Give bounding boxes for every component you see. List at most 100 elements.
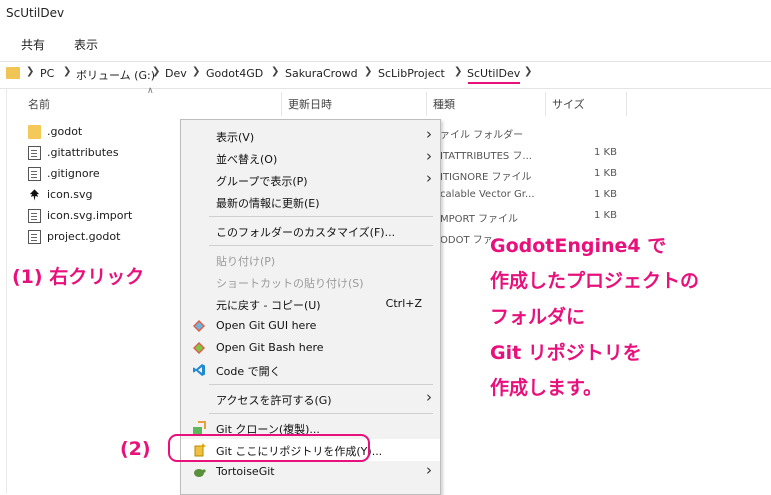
chevron-right-icon: › [426,169,432,187]
file-type: ODOT ファ [440,235,493,246]
column-divider[interactable] [626,92,627,116]
file-name: icon.svg.import [47,209,133,222]
sort-ascending-icon: ∧ [147,86,154,96]
git-clone-icon [193,421,206,434]
menu-item-customize[interactable]: このフォルダーのカスタマイズ(F)... [181,220,440,242]
text-file-icon [28,146,41,160]
file-row-gitignore[interactable]: .gitignore [28,164,178,185]
menu-item-access[interactable]: アクセスを許可する(G) › [181,388,440,410]
chevron-right-icon: › [426,388,432,406]
menu-label: Open Git GUI here [216,319,317,332]
breadcrumb-dev[interactable]: Dev [165,67,187,80]
folder-icon [6,67,20,79]
menu-label: 表示(V) [216,131,255,144]
file-type: calable Vector Gr... [440,189,535,200]
column-header-type[interactable]: 種類 [433,96,455,112]
chevron-right-icon: ❯ [192,66,201,77]
column-divider[interactable] [426,92,427,116]
column-header-date[interactable]: 更新日時 [288,96,332,112]
menu-label: グループで表示(P) [216,175,308,188]
file-size: 1 KB [594,210,617,221]
menu-shortcut: Ctrl+Z [385,297,422,310]
annotation-note-line: GodotEngine4 で [490,235,667,257]
menu-label: TortoiseGit [216,465,275,478]
annotation-step2: (2) [120,438,151,460]
chevron-right-icon: ❯ [152,66,161,77]
column-header-size[interactable]: サイズ [552,96,585,112]
breadcrumb-sclibproject[interactable]: ScLibProject [378,67,445,80]
chevron-right-icon: ❯ [271,66,280,77]
column-header-name[interactable]: 名前 [28,96,50,112]
annotation-note-line: Git リポジトリを [490,342,642,364]
menu-item-undo[interactable]: 元に戻す - コピー(U) Ctrl+Z [181,293,440,315]
menu-label: ショートカットの貼り付け(S) [216,277,364,290]
menu-item-git-gui[interactable]: Open Git GUI here [181,315,440,337]
annotation-note-line: 作成したプロジェクトの [490,270,700,292]
git-gui-icon [193,320,205,332]
file-type: ITATTRIBUTES フ... [440,151,532,162]
menu-label: このフォルダーのカスタマイズ(F)... [216,226,396,239]
file-name: .gitignore [47,167,100,180]
highlight-underline [468,82,520,84]
breadcrumb-godot4gd[interactable]: Godot4GD [206,67,263,80]
file-row-icon-svg-import[interactable]: icon.svg.import [28,206,178,227]
menu-separator [209,413,433,414]
file-size: 1 KB [594,189,617,200]
menu-item-sort[interactable]: 並べ替え(O) › [181,147,440,169]
menu-item-view[interactable]: 表示(V) › [181,125,440,147]
annotation-note-line: フォルダに [490,306,586,328]
menu-label: Open Git Bash here [216,341,324,354]
menu-item-git-bash[interactable]: Open Git Bash here [181,337,440,359]
annotation-note-line: 作成します。 [490,377,603,399]
menu-label: 並べ替え(O) [216,153,278,166]
breadcrumb-volume[interactable]: ボリューム (G:) [76,67,155,83]
breadcrumb-pc[interactable]: PC [40,67,54,80]
annotation-step1: (1) 右クリック [12,266,145,288]
inkscape-icon [29,189,40,201]
text-file-icon [28,167,41,181]
menu-label: 元に戻す - コピー(U) [216,299,321,312]
highlight-box [168,434,370,462]
breadcrumb-scutildev[interactable]: ScUtilDev [467,67,520,80]
file-name: .gitattributes [47,146,119,159]
chevron-right-icon: ❯ [364,66,373,77]
window-title: ScUtilDev [6,6,65,20]
menu-label: 貼り付け(P) [216,255,276,268]
chevron-right-icon: › [426,147,432,165]
menu-separator [209,384,433,385]
address-bar[interactable]: ❯ PC ❯ ボリューム (G:) ❯ Dev ❯ Godot4GD ❯ Sak… [0,61,771,89]
menu-item-vscode[interactable]: Code で開く [181,359,440,381]
file-row-icon-svg[interactable]: icon.svg [28,185,178,206]
menu-label: Code で開く [216,365,281,378]
chevron-right-icon: ❯ [454,66,463,77]
chevron-right-icon: ❯ [26,66,35,77]
column-divider[interactable] [281,92,282,116]
file-icon [28,209,41,223]
menu-separator [209,216,433,217]
menu-item-tortoisegit[interactable]: TortoiseGit › [181,461,440,483]
file-row-gitattributes[interactable]: .gitattributes [28,143,178,164]
menu-item-group[interactable]: グループで表示(P) › [181,169,440,191]
file-type: ァイル フォルダー [440,130,524,141]
file-name: icon.svg [47,188,93,201]
ribbon-tab-share[interactable]: 共有 [21,36,45,53]
file-row-project-godot[interactable]: project.godot [28,227,178,248]
file-size: 1 KB [594,168,617,179]
folder-icon [28,125,41,139]
chevron-right-icon: ❯ [524,66,533,77]
ribbon-tab-view[interactable]: 表示 [74,36,98,53]
chevron-right-icon: ❯ [63,66,72,77]
menu-item-paste-shortcut[interactable]: ショートカットの貼り付け(S) [181,271,440,293]
chevron-right-icon: › [426,461,432,479]
column-divider[interactable] [545,92,546,116]
navigation-pane-edge [0,88,7,493]
menu-item-paste[interactable]: 貼り付け(P) [181,249,440,271]
file-name: project.godot [47,230,121,243]
file-name: .godot [47,125,83,138]
breadcrumb-sakuracrowd[interactable]: SakuraCrowd [285,67,358,80]
file-row-godot[interactable]: .godot [28,122,178,143]
menu-label: アクセスを許可する(G) [216,394,332,407]
vscode-icon [193,364,205,376]
file-type: ITIGNORE ファイル [440,172,532,183]
menu-item-refresh[interactable]: 最新の情報に更新(E) [181,191,440,213]
